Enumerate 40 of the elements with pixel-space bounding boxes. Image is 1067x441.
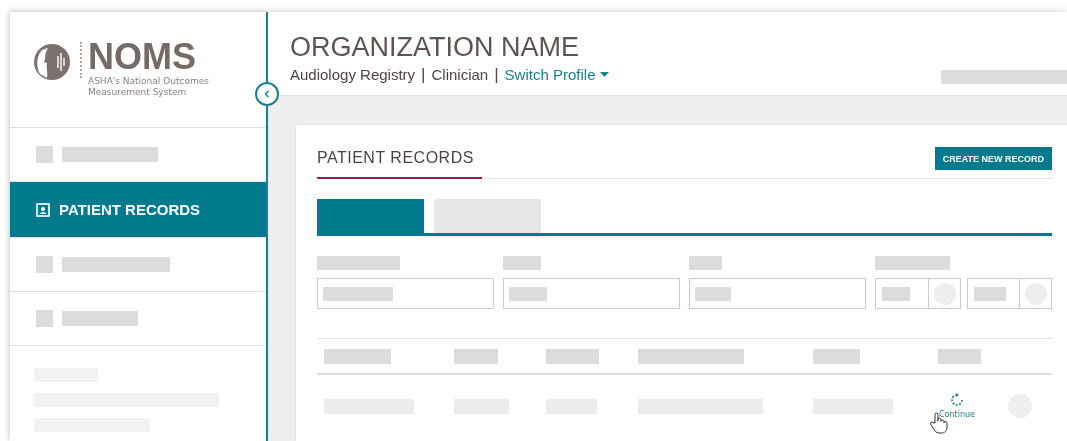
breadcrumb-separator: | (494, 65, 499, 85)
caret-icon (600, 71, 610, 78)
placeholder-bar (973, 286, 1006, 301)
switch-profile-link[interactable]: Switch Profile (504, 66, 610, 83)
placeholder-square (36, 256, 53, 273)
continue-link[interactable]: Continue (939, 393, 975, 419)
placeholder-bar (695, 286, 731, 301)
tab[interactable] (434, 199, 541, 233)
input-field[interactable] (317, 278, 494, 309)
nav-item[interactable]: PATIENT RECORDS (10, 182, 266, 238)
placeholder-bar (546, 348, 599, 364)
placeholder-bar (324, 348, 391, 364)
chevron-left-icon (262, 89, 272, 99)
logo-name: NOMS (88, 40, 197, 74)
input-field[interactable] (503, 278, 680, 309)
placeholder-bar (503, 256, 541, 270)
placeholder-square (36, 146, 53, 163)
placeholder-bar (323, 286, 393, 301)
create-record-button[interactable]: CREATE NEW RECORD (934, 147, 1052, 170)
section-title: PATIENT RECORDS (317, 149, 482, 179)
breadcrumb-text: Audiology Registry (290, 66, 416, 83)
input-field[interactable] (875, 278, 961, 309)
logo-tagline: ASHA's National Outcomes Measurement System (88, 76, 210, 98)
placeholder-bar (813, 348, 860, 364)
organization-title: ORGANIZATION NAME (290, 32, 580, 62)
placeholder-bar (938, 348, 981, 364)
logo-icon (34, 44, 70, 80)
input-field[interactable] (689, 278, 866, 309)
placeholder-bar (882, 286, 910, 301)
contact-card-icon (36, 202, 50, 217)
placeholder-bar (454, 348, 498, 364)
input-field[interactable] (966, 278, 1052, 309)
collapse-button[interactable] (255, 82, 279, 106)
tab[interactable] (317, 199, 424, 233)
placeholder-bar (509, 286, 547, 301)
refresh-icon (950, 393, 964, 407)
placeholder-square (36, 310, 53, 327)
breadcrumb-separator: | (421, 65, 426, 85)
breadcrumb-text: Clinician (431, 66, 489, 83)
placeholder-bar (689, 256, 722, 270)
